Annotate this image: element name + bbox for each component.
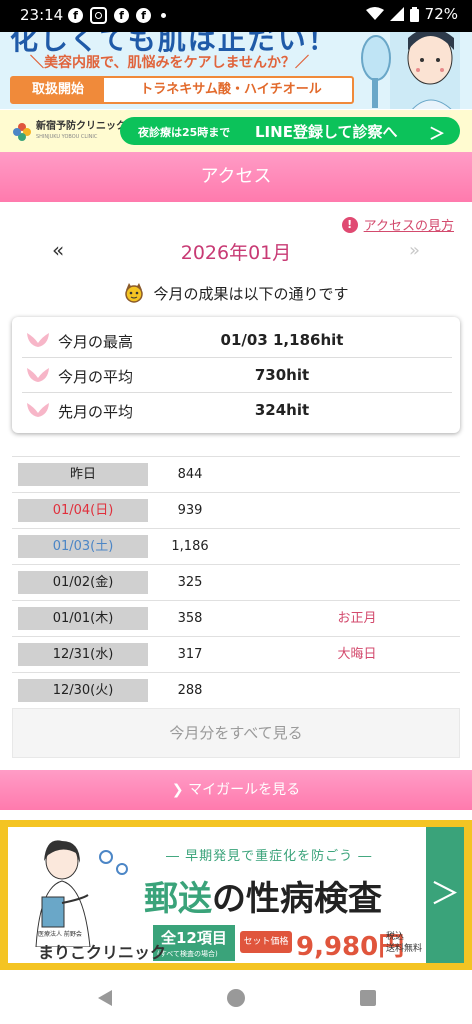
night-hours: 夜診療は25時まで <box>138 126 231 139</box>
summary-box: 今月の最高 01/03 1,186hit 今月の平均 730hit 先月の平均 … <box>12 317 460 433</box>
ad-main-a: 郵送 <box>144 879 212 919</box>
facebook-icon: f <box>136 8 151 23</box>
daily-date: 昨日 <box>18 463 148 486</box>
clinic-line-banner[interactable]: 新宿予防クリニック SHINJUKU YOBOU CLINIC 夜診療は25時ま… <box>0 110 472 152</box>
ad-banner-beauty[interactable]: 化しくても肌は正だい！ ＼美容内服で、肌悩みをケアしませんか？／ 取扱開始 トラ… <box>0 32 472 109</box>
ad-inner: ― 早期発見で重症化を防ごう ― 郵送の性病検査 全12項目 (すべて検査の場合… <box>8 827 464 963</box>
summary-label: 先月の平均 <box>58 403 134 421</box>
line-cta: LINE登録して診察へ <box>255 123 398 141</box>
daily-row: 12/31(水) 317 大晦日 <box>12 637 460 673</box>
notification-icons: f f f <box>68 7 166 24</box>
wings-icon <box>27 333 49 347</box>
ad-ingredients: トラネキサム酸・ハイチオール <box>140 82 322 97</box>
ad-badge: 取扱開始 <box>12 78 104 102</box>
daily-row: 昨日 844 <box>12 456 460 493</box>
ad-sub: ― 早期発見で重症化を防ごう ― <box>166 849 373 864</box>
ad-items-b: (すべて検査の場合) <box>157 950 218 958</box>
battery-icon <box>409 6 419 22</box>
chevron-right-icon: ❯ <box>171 782 189 798</box>
ad-tagline: ＼美容内服で、肌悩みをケアしませんか？／ <box>30 55 310 71</box>
daily-date: 01/04(日) <box>18 499 148 522</box>
ad-main-title: 郵送の性病検査 <box>144 871 382 920</box>
result-heading: 今月の成果は以下の通りです <box>0 282 472 304</box>
wings-icon <box>27 368 49 382</box>
facebook-icon: f <box>68 8 83 23</box>
summary-value: 730hit <box>254 366 310 384</box>
status-time: 23:14 <box>20 6 64 24</box>
daily-row: 01/01(木) 358 お正月 <box>12 601 460 637</box>
home-icon[interactable] <box>226 988 246 1008</box>
system-navbar <box>0 972 472 1024</box>
next-month-button[interactable]: » <box>409 240 420 261</box>
chevron-right-icon[interactable]: ＞ <box>426 827 464 963</box>
status-bar: 23:14 f f f 72% <box>0 0 472 32</box>
system-icons: 72% <box>365 5 458 23</box>
daily-date: 01/02(金) <box>18 571 148 594</box>
ad-tax-a: 税込 <box>386 932 405 942</box>
facebook-icon: f <box>114 8 129 23</box>
wifi-icon <box>365 7 384 20</box>
result-text: 今月の成果は以下の通りです <box>153 284 349 303</box>
access-howto-link[interactable]: ! アクセスの見方 <box>341 215 454 234</box>
daily-hits: 939 <box>177 503 203 518</box>
signal-icon <box>389 7 404 21</box>
month-navigation: « 2026年01月 » <box>0 238 472 266</box>
summary-value: 01/03 1,186hit <box>220 331 344 349</box>
page-title: アクセス <box>0 152 472 202</box>
wings-icon <box>27 403 49 417</box>
flower-logo-icon <box>13 123 31 141</box>
daily-hits: 358 <box>177 611 203 626</box>
daily-note: お正月 <box>337 611 377 626</box>
clinic-sub: SHINJUKU YOBOU CLINIC <box>36 134 98 140</box>
daily-hits: 288 <box>177 683 203 698</box>
access-howto-label: アクセスの見方 <box>363 219 454 234</box>
daily-date: 01/03(土) <box>18 535 148 558</box>
ad-tax: 税込 送料無料 <box>386 931 422 955</box>
daily-row: 01/03(土) 1,186 <box>12 529 460 565</box>
my-girl-button[interactable]: ❯ マイガールを見る <box>0 770 472 810</box>
daily-date: 01/01(木) <box>18 607 148 630</box>
daily-date: 12/31(水) <box>18 643 148 666</box>
ad-main-b: の性病検査 <box>212 879 382 919</box>
instagram-icon <box>90 7 107 24</box>
ad-clinic-label: まりこクリニック <box>38 943 167 962</box>
clinic-logo: 新宿予防クリニック SHINJUKU YOBOU CLINIC <box>12 121 126 143</box>
daily-hits: 317 <box>177 647 203 662</box>
more-notifications-dot <box>161 13 166 18</box>
line-register-button[interactable]: 夜診療は25時まで LINE登録して診察へ ＞ <box>120 117 460 145</box>
daily-hits: 844 <box>177 467 203 482</box>
daily-hits: 1,186 <box>171 539 209 554</box>
summary-row: 今月の最高 01/03 1,186hit <box>22 323 452 358</box>
back-icon[interactable] <box>96 988 116 1008</box>
daily-row: 12/30(火) 288 <box>12 673 460 708</box>
daily-note: 大晦日 <box>337 647 377 662</box>
summary-label: 今月の平均 <box>58 368 134 386</box>
daily-row: 01/02(金) 325 <box>12 565 460 601</box>
ad-banner-std-test[interactable]: ― 早期発見で重症化を防ごう ― 郵送の性病検査 全12項目 (すべて検査の場合… <box>0 820 472 970</box>
ad-clinic-sub: 医療法人 前野会 <box>38 931 82 938</box>
month-title: 2026年01月 <box>180 242 292 264</box>
ad-items-a: 全12項目 <box>161 929 227 947</box>
battery-percent: 72% <box>424 5 458 23</box>
ad-ingredient-pill: 取扱開始 トラネキサム酸・ハイチオール <box>10 76 354 104</box>
chevron-right-icon: ＞ <box>428 124 445 143</box>
summary-row: 先月の平均 324hit <box>22 393 452 427</box>
daily-access-list: 昨日 844 01/04(日) 939 01/03(土) 1,186 01/02… <box>12 456 460 708</box>
daily-hits: 325 <box>177 575 203 590</box>
woman-mirror-illustration <box>361 32 460 109</box>
see-all-month-button[interactable]: 今月分をすべて見る <box>12 708 460 758</box>
mascot-icon <box>125 283 144 303</box>
daily-row: 01/04(日) 939 <box>12 493 460 529</box>
ad-clinic-name: 医療法人 前野会 まりこクリニック <box>38 931 167 963</box>
summary-row: 今月の平均 730hit <box>22 358 452 393</box>
summary-label: 今月の最高 <box>58 333 134 351</box>
clinic-name: 新宿予防クリニック <box>36 121 126 132</box>
info-icon: ! <box>341 216 358 233</box>
ad-tax-b: 送料無料 <box>386 944 423 954</box>
summary-value: 324hit <box>254 401 310 419</box>
ad-set-label: セット価格 <box>240 931 292 953</box>
my-girl-label: マイガールを見る <box>188 782 301 798</box>
daily-date: 12/30(火) <box>18 679 148 702</box>
recents-icon[interactable] <box>358 988 378 1008</box>
